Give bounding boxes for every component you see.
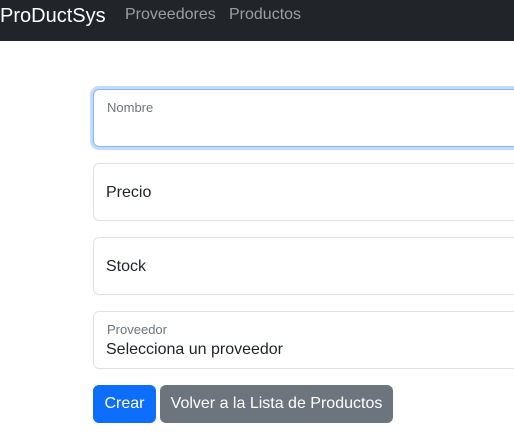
precio-field[interactable]: Precio [93,163,514,221]
proveedor-label: Proveedor [107,322,167,337]
nav-link-proveedores[interactable]: Proveedores [125,5,216,25]
proveedor-select[interactable]: Proveedor Selecciona un proveedor [93,311,514,369]
proveedor-selected-value: Selecciona un proveedor [106,341,284,358]
nombre-field[interactable]: Nombre [93,89,514,147]
precio-label: Precio [106,184,152,201]
back-to-list-button[interactable]: Volver a la Lista de Productos [160,385,393,423]
nav-link-productos[interactable]: Productos [229,5,301,25]
navbar: ProDuctSys Proveedores Productos [0,0,514,41]
nombre-label: Nombre [107,100,154,115]
stock-label: Stock [106,258,147,275]
create-button[interactable]: Crear [93,385,156,423]
navbar-brand[interactable]: ProDuctSys [0,4,106,28]
stock-field[interactable]: Stock [93,237,514,295]
